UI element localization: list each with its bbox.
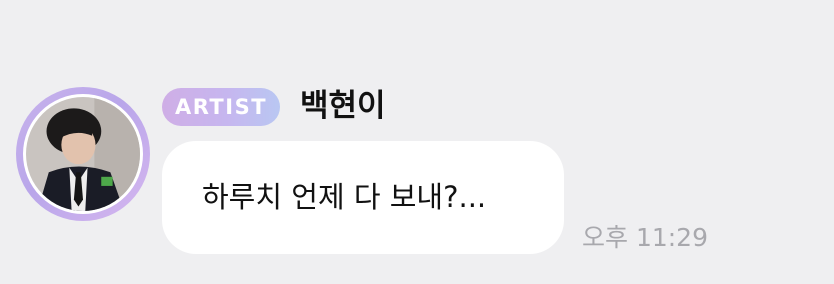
chat-message-row: ARTIST 백현이 하루치 언제 다 보내?... 오후 11:29 [0, 0, 834, 284]
sender-name[interactable]: 백현이 [300, 85, 386, 127]
message-timestamp: 오후 11:29 [582, 223, 708, 252]
message-text: 하루치 언제 다 보내?... [202, 180, 487, 214]
avatar-ring[interactable] [16, 87, 150, 221]
profile-photo-icon [26, 97, 140, 211]
message-bubble[interactable]: 하루치 언제 다 보내?... [162, 141, 564, 254]
artist-badge: ARTIST [162, 88, 280, 126]
avatar-frame [23, 94, 143, 214]
avatar [26, 97, 140, 211]
